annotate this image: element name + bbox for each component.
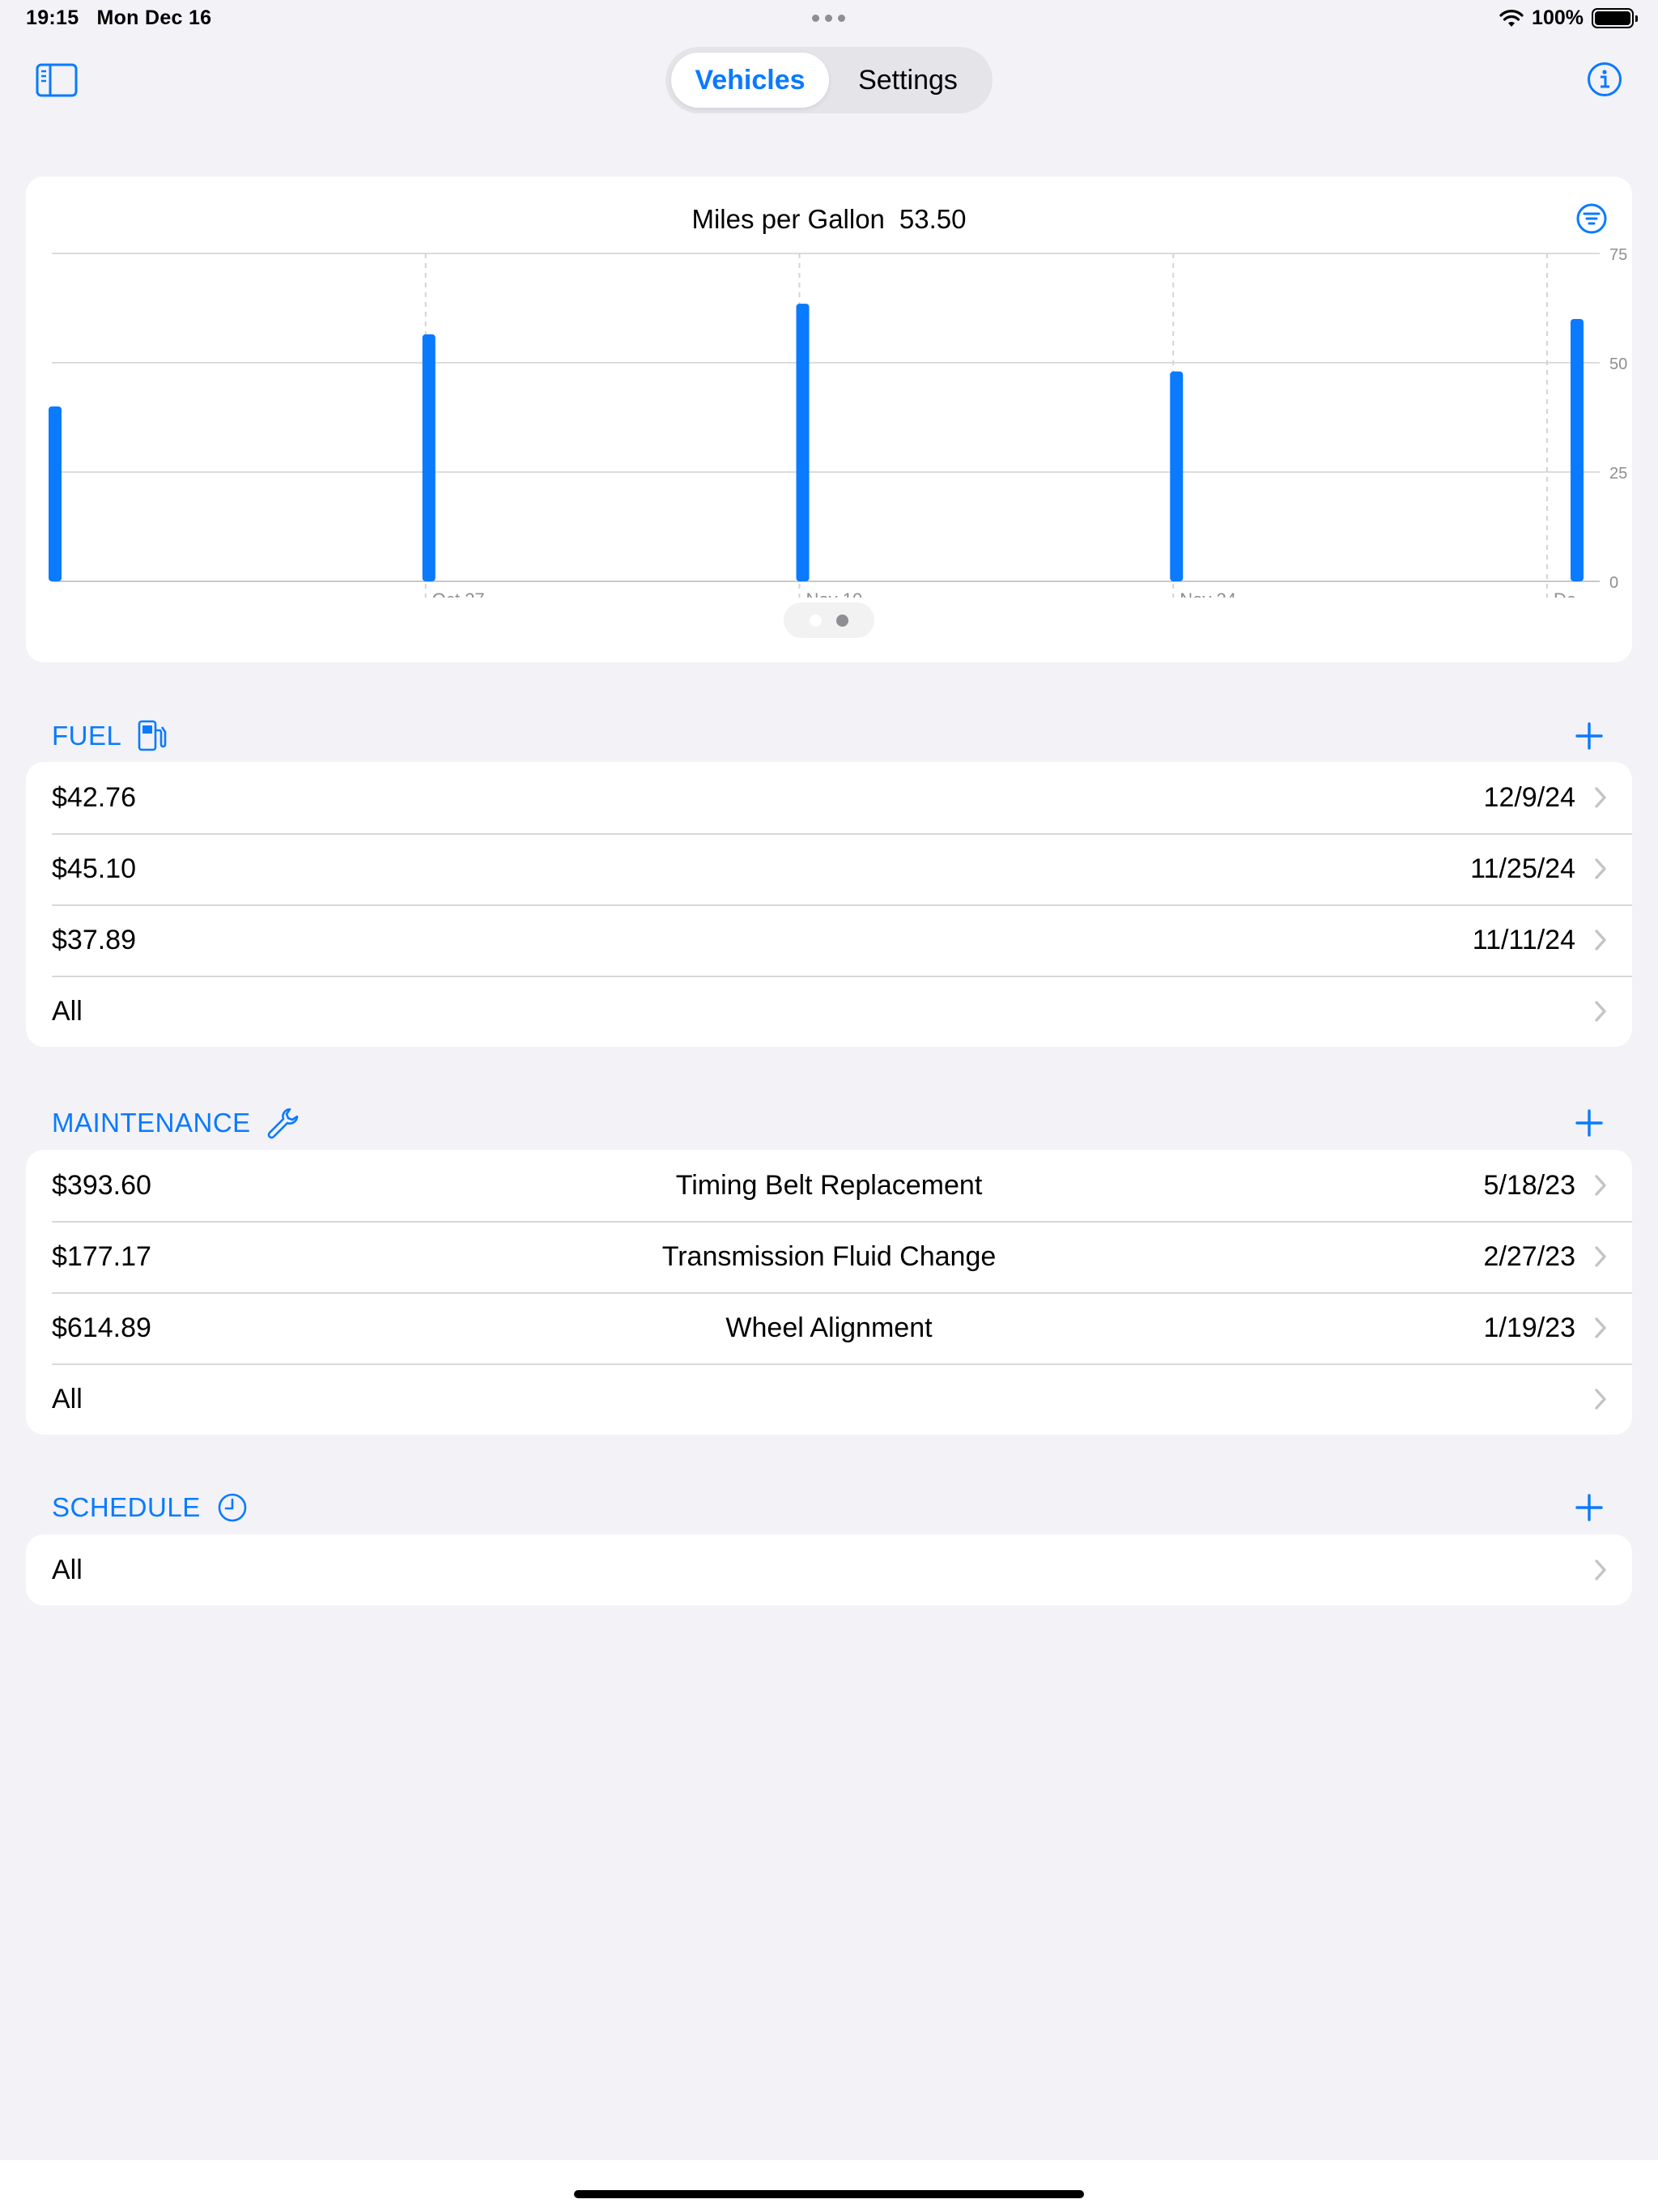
- y-tick-label: 0: [1609, 574, 1618, 592]
- tab-settings[interactable]: Settings: [829, 53, 987, 108]
- wifi-icon: [1499, 9, 1524, 27]
- fuel-pump-icon: [138, 720, 167, 751]
- chevron-right-icon: [1595, 929, 1606, 951]
- schedule-list: All: [26, 1534, 1632, 1606]
- fuel-section-title: FUEL: [52, 721, 122, 751]
- chevron-right-icon: [1595, 787, 1606, 808]
- page-dot-1[interactable]: [810, 614, 822, 627]
- sidebar-icon[interactable]: [36, 63, 78, 97]
- bottom-bar: [0, 2160, 1658, 2212]
- maintenance-date: 1/19/23: [1483, 1312, 1575, 1343]
- schedule-all-row[interactable]: All: [26, 1534, 1632, 1606]
- multitasking-dots[interactable]: [812, 15, 845, 22]
- chart-bar: [422, 334, 436, 581]
- maintenance-list: $393.60 Timing Belt Replacement 5/18/23 …: [26, 1150, 1632, 1435]
- fuel-row[interactable]: $37.89 11/11/24: [26, 904, 1632, 976]
- fuel-list: $42.76 12/9/24 $45.10 11/25/24 $37.89 11…: [26, 762, 1632, 1047]
- status-time: 19:15: [26, 6, 79, 29]
- y-tick-label: 50: [1609, 355, 1627, 373]
- y-tick-label: 75: [1609, 246, 1627, 264]
- chevron-right-icon: [1595, 858, 1606, 879]
- fuel-amount: $45.10: [52, 853, 136, 884]
- maintenance-date: 5/18/23: [1483, 1170, 1575, 1201]
- fuel-date: 11/11/24: [1472, 925, 1575, 955]
- status-bar: 19:15 Mon Dec 16 100%: [0, 0, 1658, 39]
- view-segmented-control: Vehicles Settings: [665, 47, 993, 113]
- add-schedule-button[interactable]: [1572, 1491, 1606, 1525]
- chart-bar: [796, 304, 810, 581]
- schedule-section-header: SCHEDULE: [52, 1487, 1606, 1528]
- fuel-section-header: FUEL: [52, 716, 1606, 756]
- maintenance-section-header: MAINTENANCE: [52, 1103, 1606, 1143]
- chevron-right-icon: [1595, 1246, 1606, 1267]
- chevron-right-icon: [1595, 1175, 1606, 1196]
- fuel-all-row[interactable]: All: [26, 976, 1632, 1047]
- maintenance-amount: $177.17: [52, 1241, 151, 1272]
- fuel-amount: $42.76: [52, 782, 136, 813]
- chevron-right-icon: [1595, 1317, 1606, 1338]
- clock-icon: [218, 1493, 247, 1522]
- y-tick-label: 25: [1609, 465, 1627, 483]
- fuel-date: 11/25/24: [1470, 853, 1575, 884]
- schedule-all-label: All: [52, 1555, 83, 1585]
- x-tick-label: De...: [1554, 589, 1591, 598]
- chevron-right-icon: [1595, 1001, 1606, 1022]
- maintenance-row[interactable]: $614.89 Wheel Alignment 1/19/23: [26, 1292, 1632, 1363]
- chart-page-indicator[interactable]: [784, 602, 874, 638]
- maintenance-row[interactable]: $177.17 Transmission Fluid Change 2/27/2…: [26, 1221, 1632, 1292]
- maintenance-description: Transmission Fluid Change: [661, 1241, 997, 1272]
- status-date: Mon Dec 16: [96, 6, 212, 29]
- wrench-icon: [267, 1108, 298, 1139]
- fuel-amount: $37.89: [52, 925, 136, 955]
- maintenance-all-row[interactable]: All: [26, 1363, 1632, 1435]
- chevron-right-icon: [1595, 1389, 1606, 1410]
- maintenance-date: 2/27/23: [1483, 1241, 1575, 1272]
- add-fuel-button[interactable]: [1572, 719, 1606, 753]
- schedule-section-title: SCHEDULE: [52, 1492, 201, 1522]
- chevron-right-icon: [1595, 1559, 1606, 1580]
- maintenance-description: Timing Belt Replacement: [675, 1170, 983, 1201]
- fuel-row[interactable]: $45.10 11/25/24: [26, 833, 1632, 904]
- chart-bar: [1571, 319, 1584, 581]
- info-icon[interactable]: [1587, 62, 1622, 97]
- tab-vehicles[interactable]: Vehicles: [671, 53, 829, 108]
- x-tick-label: Nov 24: [1180, 589, 1236, 598]
- add-maintenance-button[interactable]: [1572, 1106, 1606, 1140]
- chart-bar: [49, 406, 62, 581]
- maintenance-amount: $614.89: [52, 1312, 151, 1343]
- fuel-all-label: All: [52, 996, 83, 1027]
- mpg-chart-card: Miles per Gallon53.50 0255075Oct 27Nov 1…: [26, 177, 1632, 662]
- maintenance-all-label: All: [52, 1384, 83, 1414]
- fuel-row[interactable]: $42.76 12/9/24: [26, 762, 1632, 833]
- maintenance-section-title: MAINTENANCE: [52, 1108, 251, 1138]
- x-tick-label: Oct 27: [432, 589, 485, 598]
- home-indicator[interactable]: [574, 2190, 1084, 2198]
- battery-icon: [1592, 8, 1638, 28]
- battery-percent: 100%: [1532, 6, 1584, 29]
- fuel-date: 12/9/24: [1483, 782, 1575, 813]
- chart-bar: [1170, 371, 1184, 581]
- maintenance-row[interactable]: $393.60 Timing Belt Replacement 5/18/23: [26, 1150, 1632, 1221]
- page-dot-2[interactable]: [836, 614, 848, 627]
- x-tick-label: Nov 10: [806, 589, 863, 598]
- maintenance-amount: $393.60: [52, 1170, 151, 1201]
- maintenance-description: Wheel Alignment: [725, 1312, 933, 1343]
- mpg-bar-chart: 0 25 50 75 Oct 27 Nov 10 Nov 24 De...: [49, 246, 1627, 598]
